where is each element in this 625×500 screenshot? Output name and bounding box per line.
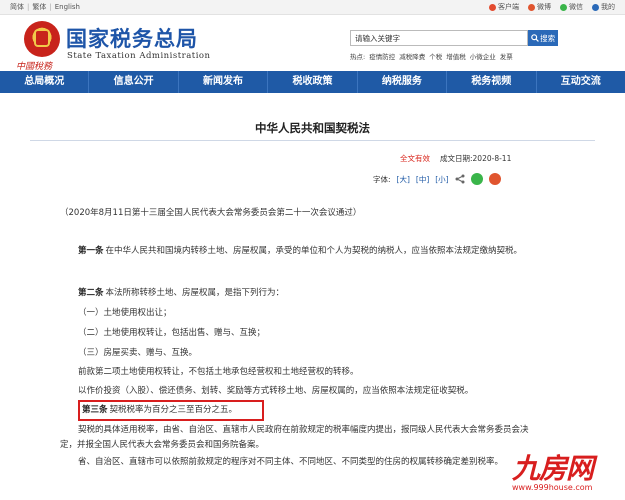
list-item: （一）土地使用权出让；: [78, 308, 172, 318]
weibo-link[interactable]: 微博: [528, 0, 551, 14]
article-area: 中华人民共和国契税法 全文有效 成文日期:2020-8-11 字体: [大] […: [0, 93, 625, 500]
hot-keywords: 热点: 疫情防控 减税降费 个税 增值税 小微企业 发票: [350, 51, 513, 61]
search-input[interactable]: [350, 30, 529, 46]
nav-taxpayer-service[interactable]: 纳税服务: [358, 71, 448, 93]
search-button[interactable]: 搜索: [528, 30, 558, 46]
wechat-label: 微信: [569, 3, 583, 11]
search-box: 搜索: [350, 30, 558, 46]
watermark-url: www.999house.com: [512, 483, 593, 492]
site-header: 中國稅務 国家税务总局 State Taxation Administratio…: [0, 15, 625, 72]
wechat-link[interactable]: 微信: [560, 0, 583, 14]
article-toolbar: 字体: [大] [中] [小]: [373, 173, 501, 185]
nav-info-disclosure[interactable]: 信息公开: [89, 71, 179, 93]
my-label: 我的: [601, 3, 615, 11]
my-link[interactable]: 我的: [592, 0, 615, 14]
publish-date: 成文日期:2020-8-11: [440, 154, 512, 163]
lang-traditional[interactable]: 繁体: [32, 3, 46, 11]
watermark-logo: 九房网 www.999house.com: [512, 447, 594, 492]
status-badge: 全文有效: [400, 154, 430, 163]
article-2-label: 第二条: [78, 288, 104, 298]
wechat-share-icon[interactable]: [470, 173, 483, 185]
list-item: （三）房屋买卖、赠与、互换。: [78, 348, 198, 358]
share-icon[interactable]: [455, 174, 465, 184]
nav-overview[interactable]: 总局概况: [0, 71, 90, 93]
lang-simplified[interactable]: 简体: [10, 3, 24, 11]
article-2-text: 本法所称转移土地、房屋权属，是指下列行为：: [105, 288, 285, 298]
article-intro: （2020年8月11日第十三届全国人民代表大会常务委员会第二十一次会议通过）: [60, 208, 362, 218]
article-1-label: 第一条: [78, 246, 104, 256]
top-utility-bar: 简体 | 繁体 | English 客户端 微博 微信 我的: [0, 0, 625, 15]
wechat-icon: [560, 3, 567, 11]
article-paragraph-2: 第二条 本法所称转移土地、房屋权属，是指下列行为：: [78, 286, 548, 301]
user-icon: [592, 3, 599, 11]
hot-keyword[interactable]: 个税: [429, 51, 442, 61]
font-large-button[interactable]: [大]: [397, 174, 410, 185]
article-3-highlight-box: [78, 400, 264, 421]
hot-keyword[interactable]: 减税降费: [399, 51, 425, 61]
article-paragraph-diff: 省、自治区、直辖市可以依照前款规定的程序对不同主体、不同地区、不同类型的住房的权…: [78, 457, 504, 467]
site-title[interactable]: 国家税务总局: [66, 23, 198, 53]
main-nav: 总局概况 信息公开 新闻发布 税收政策 纳税服务 税务视频 互动交流: [0, 71, 625, 93]
hot-label: 热点:: [350, 53, 366, 61]
article-paragraph-exclude: 前款第二项土地使用权转让，不包括土地承包经营权和土地经营权的转移。: [78, 367, 359, 377]
weibo-share-icon[interactable]: [488, 173, 501, 185]
article-paragraph-other: 以作价投资（入股）、偿还债务、划转、奖励等方式转移土地、房屋权属的，应当依照本法…: [78, 386, 474, 396]
language-switcher: 简体 | 繁体 | English: [10, 3, 80, 11]
client-link[interactable]: 客户端: [489, 0, 519, 14]
font-size-label: 字体:: [373, 174, 391, 184]
hot-keyword[interactable]: 增值税: [446, 51, 466, 61]
weibo-label: 微博: [537, 3, 551, 11]
article-paragraph-1: 第一条 在中华人民共和国境内转移土地、房屋权属，承受的单位和个人为契税的纳税人，应…: [60, 244, 530, 259]
search-button-label: 搜索: [540, 33, 556, 43]
nav-tax-policy[interactable]: 税收政策: [268, 71, 358, 93]
article-1-text: 在中华人民共和国境内转移土地、房屋权属，承受的单位和个人为契税的纳税人，应当依照…: [105, 246, 523, 256]
font-small-button[interactable]: [小]: [435, 174, 448, 185]
article-paragraph-rate: 契税的具体适用税率，由省、自治区、直辖市人民政府在前款规定的税率幅度内提出，报同…: [60, 425, 529, 450]
search-icon: [531, 34, 540, 42]
lang-english[interactable]: English: [55, 3, 80, 11]
nav-interaction[interactable]: 互动交流: [537, 71, 625, 93]
mobile-icon: [489, 3, 496, 11]
national-emblem-logo: [24, 21, 60, 57]
title-divider: [30, 140, 595, 141]
hot-keyword[interactable]: 小微企业: [470, 51, 496, 61]
font-medium-button[interactable]: [中]: [416, 174, 429, 185]
site-subtitle: State Taxation Administration: [67, 51, 211, 61]
hot-keyword[interactable]: 疫情防控: [369, 51, 395, 61]
article-title: 中华人民共和国契税法: [255, 121, 370, 135]
nav-tax-video[interactable]: 税务视频: [447, 71, 537, 93]
top-links: 客户端 微博 微信 我的: [489, 0, 615, 14]
nav-news[interactable]: 新闻发布: [179, 71, 269, 93]
watermark-brand: 九房网: [512, 452, 594, 485]
client-label: 客户端: [498, 3, 519, 11]
list-item: （二）土地使用权转让，包括出售、赠与、互换；: [78, 328, 266, 338]
weibo-icon: [528, 3, 535, 11]
hot-keyword[interactable]: 发票: [500, 51, 513, 61]
